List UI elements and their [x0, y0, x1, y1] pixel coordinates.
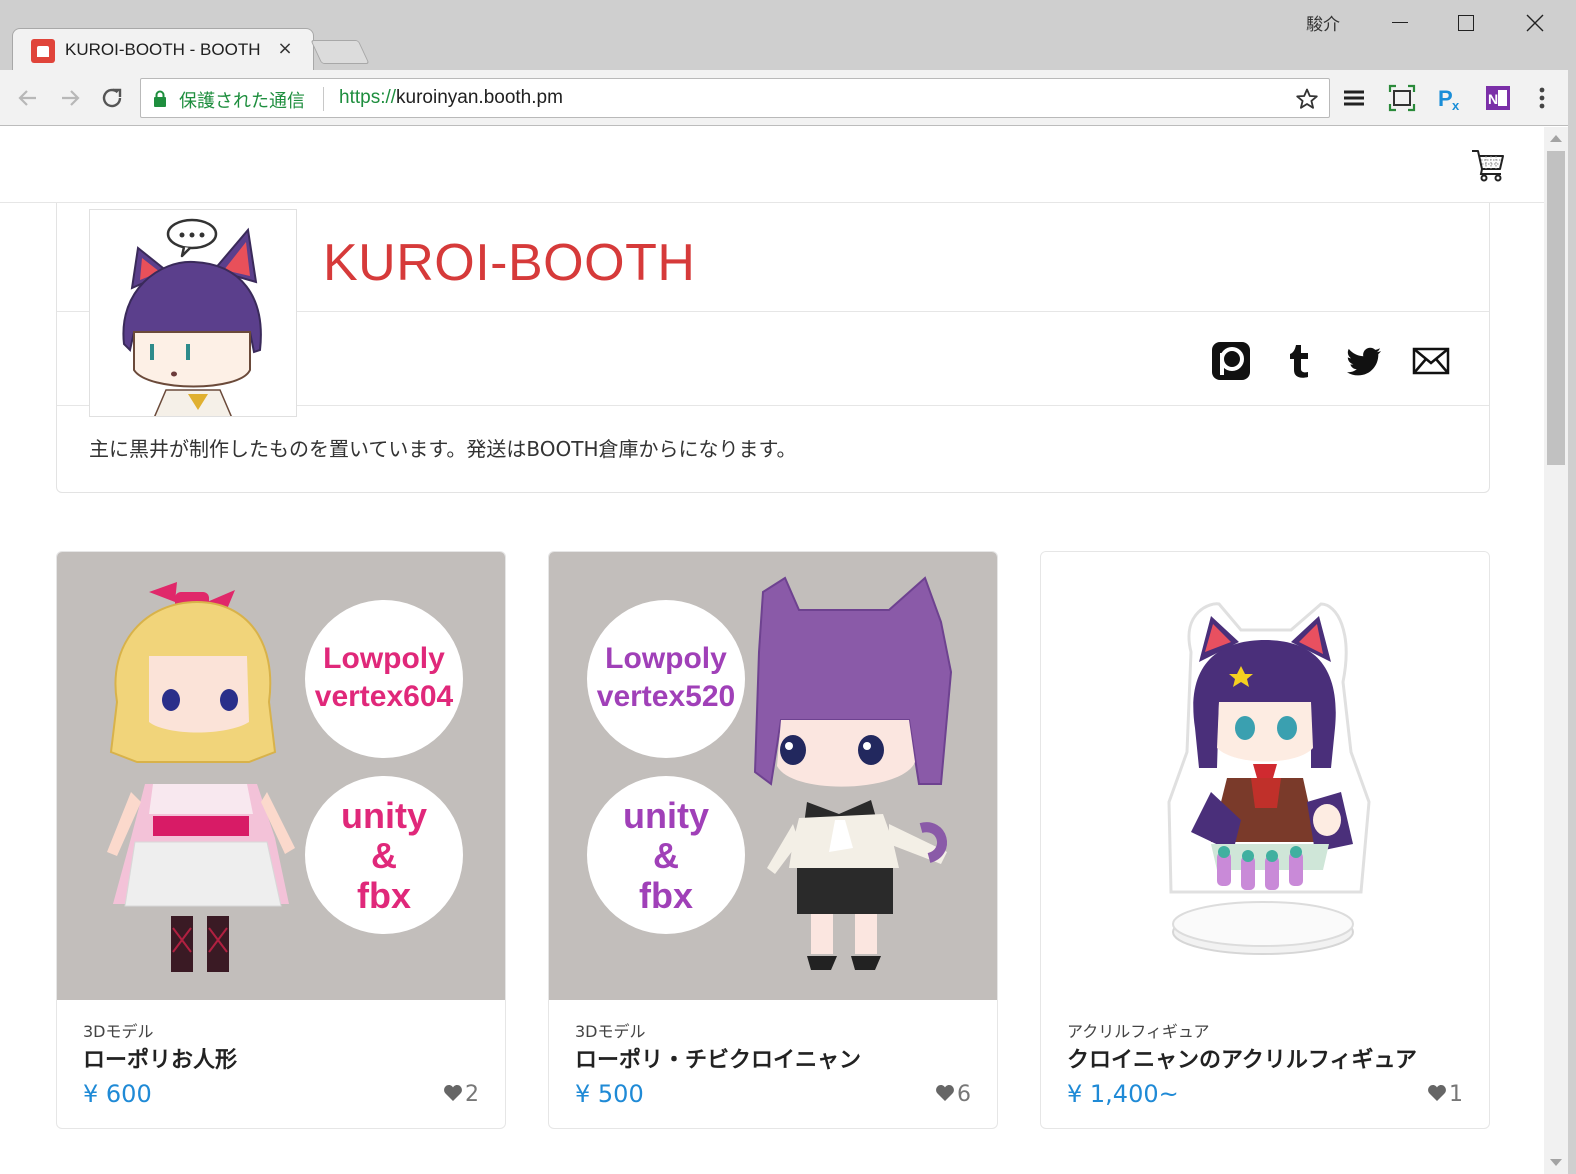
onenote-extension-icon[interactable]: N	[1484, 84, 1512, 112]
badge-text: fbx	[639, 875, 693, 916]
like-button[interactable]: 6	[935, 1082, 971, 1107]
reload-button[interactable]	[96, 82, 128, 114]
svg-text:P: P	[1438, 86, 1453, 111]
mail-icon[interactable]	[1411, 341, 1451, 381]
address-bar[interactable]: 保護された通信 https://kuroinyan.booth.pm	[140, 78, 1330, 118]
item-price: ¥ 600	[83, 1080, 152, 1108]
security-label: 保護された通信	[179, 91, 305, 112]
screenshot-extension-icon[interactable]	[1388, 84, 1416, 112]
hamburger-extension-icon[interactable]	[1340, 84, 1368, 112]
item-category[interactable]: 3Dモデル	[83, 1018, 154, 1042]
url-host: kuroinyan.booth.pm	[396, 87, 563, 108]
item-card[interactable]: Lowpoly vertex520 unity & fbx 3Dモデル ローポリ…	[548, 551, 998, 1129]
badge-text: Lowpoly	[605, 642, 727, 675]
pixiv-extension-icon[interactable]: P x	[1436, 84, 1464, 113]
item-price: ¥ 500	[575, 1080, 644, 1108]
item-name[interactable]: ローポリお人形	[83, 1042, 237, 1074]
heart-icon	[444, 1085, 462, 1101]
svg-text:N: N	[1488, 91, 1498, 107]
badge-text: &	[653, 835, 679, 876]
badge-text: vertex520	[596, 680, 736, 713]
badge-text: fbx	[357, 875, 411, 916]
like-count: 6	[957, 1082, 971, 1107]
minimize-button[interactable]	[1378, 8, 1422, 38]
lowpoly-doll-image	[107, 582, 295, 972]
tab-close-button[interactable]: ×	[273, 37, 297, 61]
browser-tab[interactable]: KUROI-BOOTH - BOOTH ×	[12, 28, 314, 72]
tumblr-icon[interactable]	[1279, 341, 1319, 381]
reload-icon	[102, 88, 122, 108]
pixiv-icon[interactable]	[1211, 341, 1251, 381]
item-category[interactable]: 3Dモデル	[575, 1018, 646, 1042]
star-icon[interactable]	[1295, 87, 1319, 111]
close-window-button[interactable]	[1512, 8, 1556, 38]
close-icon	[1526, 14, 1544, 32]
item-price: ¥ 1,400~	[1067, 1080, 1179, 1108]
item-card[interactable]: Lowpoly vertex604 unity & fbx 3Dモデル ローポリ…	[56, 551, 506, 1129]
shop-description: 主に黒井が制作したものを置いています。発送はBOOTH倉庫からになります。	[89, 437, 797, 461]
item-thumbnail[interactable]: Lowpoly vertex604 unity & fbx	[57, 552, 505, 1000]
svg-text:x: x	[1452, 98, 1460, 112]
page-content: KUROI-BOOTH 主に黒井が制作したものを置いています。発送はBOOTH倉…	[0, 127, 1544, 1174]
lock-icon	[154, 90, 166, 107]
url-scheme: https://	[339, 87, 397, 108]
badge-text: unity	[341, 795, 427, 836]
unity-fbx-badge: unity & fbx	[587, 776, 745, 934]
cart-icon[interactable]	[1470, 147, 1506, 183]
unity-fbx-badge: unity & fbx	[305, 776, 463, 934]
like-button[interactable]: 2	[443, 1082, 479, 1107]
url-text: https://kuroinyan.booth.pm	[339, 87, 563, 109]
address-divider	[323, 87, 324, 111]
item-card[interactable]: アクリルフィギュア クロイニャンのアクリルフィギュア ¥ 1,400~ 1	[1040, 551, 1490, 1129]
window-border	[1568, 0, 1576, 1174]
more-menu-icon[interactable]	[1528, 84, 1556, 112]
like-count: 2	[465, 1082, 479, 1107]
item-category[interactable]: アクリルフィギュア	[1067, 1018, 1210, 1042]
maximize-button[interactable]	[1444, 8, 1488, 38]
acrylic-figure-image	[1167, 602, 1371, 955]
browser-toolbar: 保護された通信 https://kuroinyan.booth.pm P x N	[0, 70, 1576, 126]
arrow-right-icon	[62, 90, 80, 106]
item-name[interactable]: クロイニャンのアクリルフィギュア	[1067, 1042, 1417, 1074]
vertical-scrollbar[interactable]	[1544, 127, 1568, 1174]
lowpoly-badge: Lowpoly vertex604	[305, 600, 463, 758]
item-thumbnail[interactable]: Lowpoly vertex520 unity & fbx	[549, 552, 997, 1000]
shop-avatar[interactable]	[89, 209, 297, 417]
scroll-down-arrow-icon[interactable]	[1550, 1159, 1562, 1166]
like-count: 1	[1449, 1082, 1463, 1107]
badge-text: Lowpoly	[323, 642, 445, 675]
title-bar: KUROI-BOOTH - BOOTH × 駿介	[0, 0, 1576, 72]
scrollbar-thumb[interactable]	[1547, 151, 1565, 465]
item-name[interactable]: ローポリ・チビクロイニャン	[575, 1042, 861, 1074]
lowpoly-badge: Lowpoly vertex520	[587, 600, 745, 758]
arrow-left-icon	[18, 90, 36, 106]
new-tab-button[interactable]	[310, 40, 370, 64]
shop-profile-card: KUROI-BOOTH 主に黒井が制作したものを置いています。発送はBOOTH倉…	[56, 203, 1490, 493]
avatar-image	[122, 218, 262, 416]
profile-button[interactable]: 駿介	[1306, 10, 1340, 35]
tab-title: KUROI-BOOTH - BOOTH	[65, 40, 261, 59]
twitter-icon[interactable]	[1345, 341, 1385, 381]
back-button[interactable]	[12, 82, 44, 114]
scroll-up-arrow-icon[interactable]	[1550, 135, 1562, 142]
booth-favicon-icon	[31, 39, 55, 63]
heart-icon	[1428, 1085, 1446, 1101]
item-thumbnail[interactable]	[1041, 552, 1489, 1000]
badge-text: &	[371, 835, 397, 876]
forward-button[interactable]	[54, 82, 86, 114]
badge-text: vertex604	[314, 680, 454, 713]
heart-icon	[936, 1085, 954, 1101]
like-button[interactable]: 1	[1427, 1082, 1463, 1107]
site-header	[0, 127, 1544, 203]
badge-text: unity	[623, 795, 709, 836]
shop-name[interactable]: KUROI-BOOTH	[323, 233, 695, 293]
